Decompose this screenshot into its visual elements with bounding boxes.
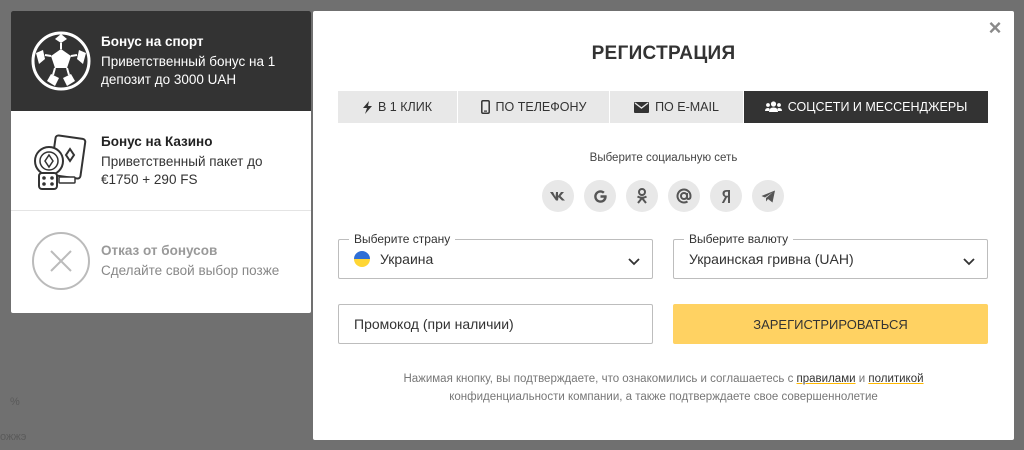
- rules-link[interactable]: правилами: [797, 373, 856, 385]
- currency-value: Украинская гривна (UAH): [689, 251, 854, 267]
- chevron-down-icon: [628, 253, 640, 269]
- disclaimer-text: конфиденциальности компании, а также под…: [449, 391, 878, 403]
- tab-phone[interactable]: ПО ТЕЛЕФОНУ: [458, 91, 610, 123]
- envelope-icon: [634, 101, 650, 113]
- casino-chips-icon: [31, 131, 91, 191]
- phone-icon: [480, 100, 490, 114]
- social-caption: Выберите социальную сеть: [589, 152, 738, 164]
- soccer-ball-icon: [31, 31, 91, 91]
- mail-icon[interactable]: [668, 180, 700, 212]
- tab-label: ПО E-MAIL: [655, 100, 719, 114]
- background-text: ожжэ: [0, 431, 27, 443]
- bonus-item-casino[interactable]: Бонус на Казино Приветственный пакет до …: [11, 111, 311, 211]
- social-buttons: [542, 180, 794, 212]
- policy-link[interactable]: политикой: [868, 373, 923, 385]
- bonus-description: Сделайте свой выбор позже: [101, 263, 280, 278]
- bonus-item-decline[interactable]: Отказ от бонусов Сделайте свой выбор поз…: [11, 211, 311, 311]
- background-text: %: [10, 396, 20, 408]
- users-icon: [764, 101, 782, 113]
- bonus-title: Бонус на спорт: [101, 34, 204, 49]
- tab-label: В 1 КЛИК: [378, 100, 432, 114]
- yandex-icon[interactable]: [710, 180, 742, 212]
- chevron-down-icon: [963, 253, 975, 269]
- odnoklassniki-icon[interactable]: [626, 180, 658, 212]
- tab-one-click[interactable]: В 1 КЛИК: [338, 91, 458, 123]
- ukraine-flag-icon: [354, 251, 370, 267]
- bonus-title: Отказ от бонусов: [101, 243, 218, 258]
- tab-label: СОЦСЕТИ И МЕССЕНДЖЕРЫ: [787, 100, 968, 114]
- bonus-title: Бонус на Казино: [101, 133, 213, 149]
- country-value: Украина: [380, 251, 434, 267]
- currency-select[interactable]: Выберите валюту Украинская гривна (UAH): [673, 232, 988, 279]
- tab-email[interactable]: ПО E-MAIL: [610, 91, 744, 123]
- disclaimer-text: и: [855, 373, 869, 385]
- bonus-description: Приветственный бонус на 1 депозит до 300…: [101, 54, 276, 87]
- vk-icon[interactable]: [542, 180, 574, 212]
- terms-disclaimer: Нажимая кнопку, вы подтверждаете, что оз…: [313, 370, 1014, 406]
- country-legend: Выберите страну: [349, 232, 456, 246]
- registration-modal: × РЕГИСТРАЦИЯ В 1 КЛИК ПО ТЕЛЕФОНУ ПО E-…: [313, 11, 1014, 440]
- tab-label: ПО ТЕЛЕФОНУ: [495, 100, 587, 114]
- cancel-circle-icon: [31, 231, 91, 291]
- close-button[interactable]: ×: [986, 17, 1004, 39]
- lightning-icon: [363, 100, 372, 114]
- bonus-description: Приветственный пакет до €1750 + 290 FS: [101, 153, 263, 187]
- register-button[interactable]: ЗАРЕГИСТРИРОВАТЬСЯ: [673, 304, 988, 344]
- bonus-item-sport[interactable]: Бонус на спорт Приветственный бонус на 1…: [11, 11, 311, 111]
- tab-social[interactable]: СОЦСЕТИ И МЕССЕНДЖЕРЫ: [744, 91, 988, 123]
- modal-title: РЕГИСТРАЦИЯ: [591, 43, 736, 64]
- bonus-panel: Бонус на спорт Приветственный бонус на 1…: [11, 11, 311, 313]
- country-select[interactable]: Выберите страну Украина: [338, 232, 653, 279]
- telegram-icon[interactable]: [752, 180, 784, 212]
- promo-code-input[interactable]: [338, 304, 653, 344]
- disclaimer-text: Нажимая кнопку, вы подтверждаете, что оз…: [403, 373, 797, 385]
- currency-legend: Выберите валюту: [684, 232, 794, 246]
- registration-tabs: В 1 КЛИК ПО ТЕЛЕФОНУ ПО E-MAIL СОЦСЕТИ И…: [338, 91, 988, 123]
- google-icon[interactable]: [584, 180, 616, 212]
